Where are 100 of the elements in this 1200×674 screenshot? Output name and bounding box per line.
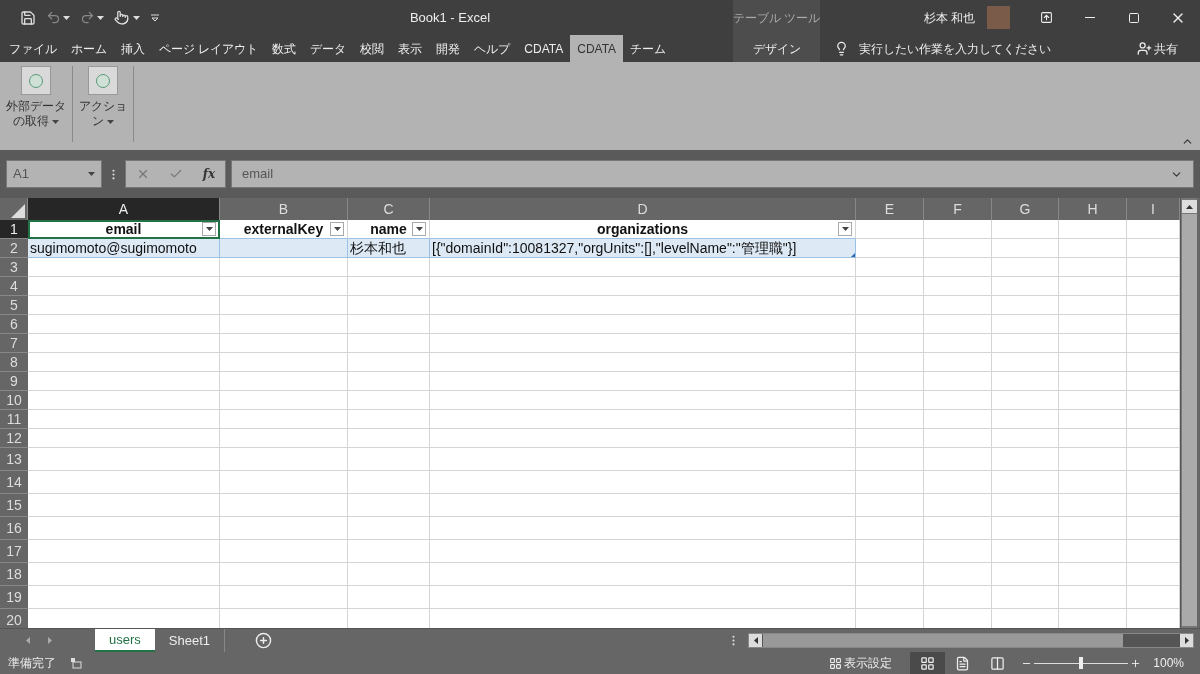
ribbon-tab[interactable]: チーム <box>623 35 674 62</box>
spreadsheet-cell[interactable] <box>220 372 348 391</box>
spreadsheet-cell[interactable] <box>1059 391 1127 410</box>
spreadsheet-cell[interactable] <box>28 517 220 540</box>
spreadsheet-cell[interactable] <box>1127 410 1180 429</box>
spreadsheet-cell[interactable] <box>992 517 1059 540</box>
zoom-slider-thumb[interactable] <box>1079 657 1084 669</box>
spreadsheet-cell[interactable] <box>28 391 220 410</box>
ribbon-tab[interactable]: 校閲 <box>353 35 392 62</box>
touch-mode-icon[interactable] <box>114 10 129 25</box>
spreadsheet-cell[interactable] <box>924 471 992 494</box>
spreadsheet-cell[interactable] <box>924 220 992 239</box>
spreadsheet-cell[interactable] <box>1127 315 1180 334</box>
user-name[interactable]: 杉本 和也 <box>923 8 975 27</box>
spreadsheet-cell[interactable] <box>992 315 1059 334</box>
spreadsheet-cell[interactable] <box>924 609 992 628</box>
spreadsheet-cell[interactable] <box>220 471 348 494</box>
add-sheet-icon[interactable] <box>255 632 272 649</box>
spreadsheet-cell[interactable] <box>1059 353 1127 372</box>
spreadsheet-cell[interactable] <box>1059 296 1127 315</box>
spreadsheet-cell[interactable] <box>28 258 220 277</box>
share-button[interactable]: 共有 <box>1137 35 1200 62</box>
spreadsheet-cell[interactable] <box>430 391 856 410</box>
spreadsheet-cell[interactable] <box>430 296 856 315</box>
spreadsheet-cell[interactable] <box>1127 471 1180 494</box>
spreadsheet-cell[interactable] <box>856 429 924 448</box>
spreadsheet-cell[interactable] <box>856 471 924 494</box>
spreadsheet-cell[interactable] <box>1127 296 1180 315</box>
next-sheet-icon[interactable] <box>48 637 52 644</box>
spreadsheet-cell[interactable] <box>1059 429 1127 448</box>
ribbon-tab[interactable]: ファイル <box>2 35 64 62</box>
spreadsheet-cell[interactable] <box>1059 239 1127 258</box>
spreadsheet-cell[interactable] <box>28 353 220 372</box>
spreadsheet-cell[interactable] <box>28 586 220 609</box>
spreadsheet-cell[interactable] <box>220 296 348 315</box>
spreadsheet-cell[interactable] <box>430 372 856 391</box>
spreadsheet-cell[interactable] <box>992 586 1059 609</box>
save-icon[interactable] <box>20 9 36 26</box>
spreadsheet-cell[interactable] <box>348 471 430 494</box>
spreadsheet-cell[interactable] <box>220 258 348 277</box>
ribbon-tab[interactable]: 開発 <box>429 35 468 62</box>
spreadsheet-cell[interactable] <box>1059 448 1127 471</box>
spreadsheet-cell[interactable] <box>348 429 430 448</box>
sheet-tab[interactable]: users <box>95 629 155 652</box>
spreadsheet-cell[interactable] <box>28 296 220 315</box>
spreadsheet-cell[interactable] <box>856 448 924 471</box>
spreadsheet-cell[interactable] <box>430 277 856 296</box>
spreadsheet-cell[interactable] <box>220 494 348 517</box>
spreadsheet-cell[interactable] <box>220 448 348 471</box>
spreadsheet-cell[interactable] <box>1127 258 1180 277</box>
enter-icon[interactable] <box>169 167 184 181</box>
table-header-cell[interactable]: email <box>28 220 220 239</box>
spreadsheet-cell[interactable] <box>220 563 348 586</box>
ribbon-tab[interactable]: ページ レイアウト <box>152 35 266 62</box>
spreadsheet-cell[interactable] <box>924 586 992 609</box>
name-box[interactable]: A1 <box>6 160 102 188</box>
spreadsheet-cell[interactable] <box>924 277 992 296</box>
spreadsheet-cell[interactable] <box>992 372 1059 391</box>
spreadsheet-cell[interactable] <box>220 540 348 563</box>
spreadsheet-cell[interactable] <box>924 494 992 517</box>
spreadsheet-cell[interactable] <box>1127 540 1180 563</box>
spreadsheet-cell[interactable] <box>1127 239 1180 258</box>
spreadsheet-cell[interactable] <box>1059 586 1127 609</box>
spreadsheet-cell[interactable] <box>924 315 992 334</box>
ribbon-tab[interactable]: CDATA <box>517 35 571 62</box>
spreadsheet-cell[interactable] <box>220 353 348 372</box>
spreadsheet-cell[interactable] <box>348 353 430 372</box>
spreadsheet-cell[interactable] <box>220 517 348 540</box>
spreadsheet-cell[interactable] <box>856 563 924 586</box>
macro-recording-icon[interactable] <box>70 657 82 669</box>
table-header-cell[interactable]: organizations <box>430 220 856 239</box>
spreadsheet-cell[interactable] <box>1059 540 1127 563</box>
spreadsheet-cell[interactable] <box>430 494 856 517</box>
ribbon-tab[interactable]: 表示 <box>391 35 430 62</box>
undo-icon[interactable] <box>46 10 61 25</box>
spreadsheet-cell[interactable] <box>430 258 856 277</box>
spreadsheet-cell[interactable] <box>430 563 856 586</box>
spreadsheet-cell[interactable] <box>1059 517 1127 540</box>
spreadsheet-cell[interactable] <box>856 353 924 372</box>
spreadsheet-cell[interactable] <box>992 296 1059 315</box>
select-all-icon[interactable] <box>11 204 25 218</box>
scroll-right-button[interactable] <box>1180 634 1193 647</box>
spreadsheet-cell[interactable] <box>1127 372 1180 391</box>
spreadsheet-cell[interactable] <box>924 563 992 586</box>
spreadsheet-cell[interactable] <box>28 609 220 628</box>
filter-button[interactable] <box>412 222 426 236</box>
spreadsheet-cell[interactable] <box>28 277 220 296</box>
spreadsheet-cell[interactable] <box>1059 563 1127 586</box>
spreadsheet-cell[interactable] <box>1059 372 1127 391</box>
spreadsheet-cell[interactable] <box>856 296 924 315</box>
spreadsheet-cell[interactable] <box>856 391 924 410</box>
spreadsheet-cell[interactable] <box>992 609 1059 628</box>
spreadsheet-cell[interactable] <box>348 448 430 471</box>
spreadsheet-cell[interactable] <box>992 220 1059 239</box>
spreadsheet-cell[interactable] <box>1127 586 1180 609</box>
spreadsheet-cell[interactable] <box>992 334 1059 353</box>
spreadsheet-cell[interactable] <box>1059 609 1127 628</box>
spreadsheet-cell[interactable] <box>220 315 348 334</box>
spreadsheet-cell[interactable] <box>348 372 430 391</box>
spreadsheet-cell[interactable] <box>856 410 924 429</box>
